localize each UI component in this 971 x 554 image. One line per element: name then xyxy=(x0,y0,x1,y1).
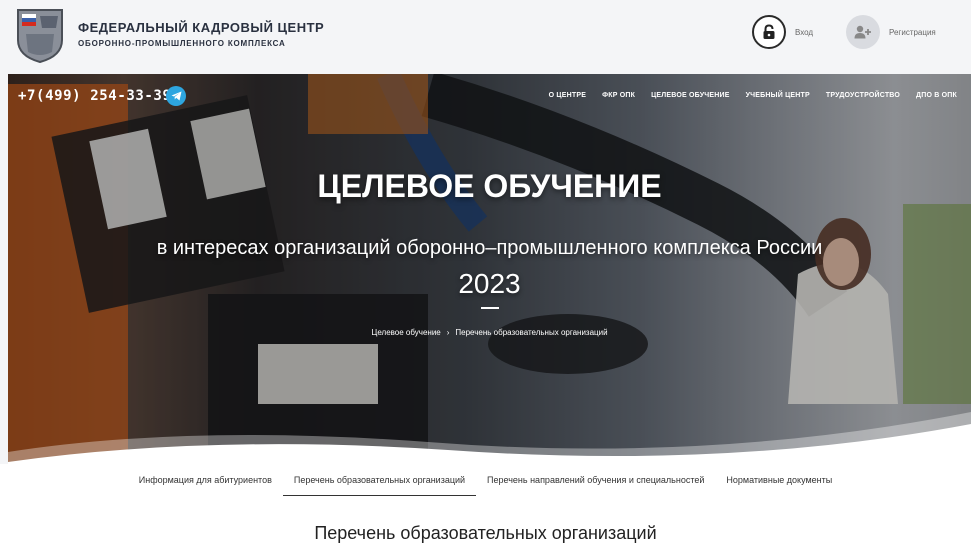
nav-item-training-center[interactable]: УЧЕБНЫЙ ЦЕНТР xyxy=(746,92,810,99)
nav-item-target-training[interactable]: ЦЕЛЕВОЕ ОБУЧЕНИЕ xyxy=(651,92,730,99)
telegram-icon[interactable] xyxy=(166,86,186,106)
breadcrumb-item-target-training[interactable]: Целевое обучение xyxy=(371,328,440,337)
main-nav: О ЦЕНТРЕ ФКР ОПК ЦЕЛЕВОЕ ОБУЧЕНИЕ УЧЕБНЫ… xyxy=(549,92,957,99)
register-link[interactable]: Регистрация xyxy=(846,15,936,49)
hero-subtitle: в интересах организаций оборонно–промышл… xyxy=(156,237,823,259)
nav-item-employment[interactable]: ТРУДОУСТРОЙСТВО xyxy=(826,92,900,99)
section-title: Перечень образовательных организаций xyxy=(314,523,657,543)
login-label[interactable]: Вход xyxy=(795,28,813,37)
breadcrumb-separator: › xyxy=(446,328,450,337)
add-user-icon[interactable] xyxy=(846,15,880,49)
tab-regulatory-documents[interactable]: Нормативные документы xyxy=(715,465,843,495)
hero-year: 2023 xyxy=(458,268,521,299)
nav-item-dpo[interactable]: ДПО В ОПК xyxy=(916,92,957,99)
lock-icon[interactable] xyxy=(752,15,786,49)
breadcrumb-item-current: Перечень образовательных организаций xyxy=(455,328,608,337)
org-name-subtitle: ОБОРОННО-ПРОМЫШЛЕННОГО КОМПЛЕКСА xyxy=(78,39,286,48)
tab-applicants-info[interactable]: Информация для абитуриентов xyxy=(128,465,283,495)
org-name-title: ФЕДЕРАЛЬНЫЙ КАДРОВЫЙ ЦЕНТР xyxy=(78,20,325,35)
logo-emblem-icon xyxy=(17,9,63,64)
nav-item-about[interactable]: О ЦЕНТРЕ xyxy=(549,92,586,99)
site-logo[interactable] xyxy=(16,8,64,64)
section-tabs: Информация для абитуриентов Перечень обр… xyxy=(0,464,971,496)
nav-item-fkr[interactable]: ФКР ОПК xyxy=(602,92,635,99)
hero-title: ЦЕЛЕВОЕ ОБУЧЕНИЕ xyxy=(317,168,662,204)
phone-number[interactable]: +7(499) 254-33-39 xyxy=(18,88,172,104)
content-section: Перечень образовательных организаций xyxy=(0,496,971,554)
login-link[interactable]: Вход xyxy=(752,15,813,49)
register-label[interactable]: Регистрация xyxy=(889,28,936,37)
breadcrumb: Целевое обучение › Перечень образовательны… xyxy=(8,328,971,337)
hero-wave xyxy=(8,412,971,464)
tab-specialties-list[interactable]: Перечень направлений обучения и специаль… xyxy=(476,465,715,495)
tab-organizations-list[interactable]: Перечень образовательных организаций xyxy=(282,465,477,496)
hero-divider xyxy=(481,307,499,309)
site-header: ФЕДЕРАЛЬНЫЙ КАДРОВЫЙ ЦЕНТР ОБОРОННО-ПРОМ… xyxy=(0,0,971,74)
hero-banner: +7(499) 254-33-39 О ЦЕНТРЕ ФКР ОПК ЦЕЛЕВ… xyxy=(8,74,971,464)
